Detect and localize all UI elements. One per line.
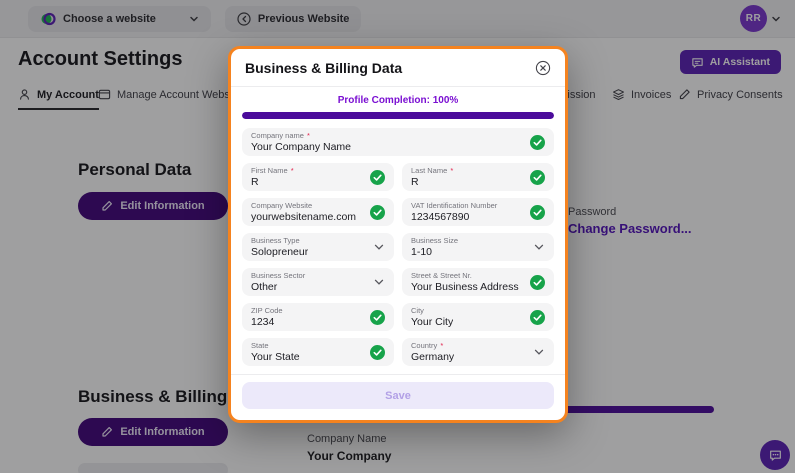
field-texts: Street & Street Nr.Your Business Address: [411, 271, 519, 293]
form-fields: Company name *Your Company Name First Nam…: [242, 128, 554, 366]
field-texts: Company Websiteyourwebsitename.com: [251, 201, 356, 223]
field-texts: ZIP Code1234: [251, 306, 283, 328]
field-label: Company Website: [251, 201, 356, 210]
field-last-name[interactable]: Last Name *R: [402, 163, 554, 191]
field-texts: Business Size1-10: [411, 236, 458, 258]
field-texts: Country *Germany: [411, 341, 454, 363]
check-circle-icon: [370, 205, 385, 220]
chevron-down-icon: [373, 276, 385, 288]
field-label: Business Sector: [251, 271, 305, 280]
field-texts: First Name *R: [251, 166, 294, 188]
chevron-down-icon: [533, 241, 545, 253]
field-company-name[interactable]: Company name *Your Company Name: [242, 128, 554, 156]
chevron-down-icon: [373, 241, 385, 253]
business-billing-modal: Business & Billing Data Profile Completi…: [228, 46, 568, 423]
field-value: Solopreneur: [251, 246, 308, 258]
field-texts: CityYour City: [411, 306, 453, 328]
required-asterisk: *: [448, 166, 453, 175]
field-value: R: [251, 176, 294, 188]
field-value: yourwebsitename.com: [251, 211, 356, 223]
field-label: Company name *: [251, 131, 351, 140]
field-value: Your Company Name: [251, 141, 351, 153]
field-value: Other: [251, 281, 305, 293]
field-value: Your Business Address: [411, 281, 519, 293]
field-business-type[interactable]: Business TypeSolopreneur: [242, 233, 394, 261]
check-circle-icon: [530, 310, 545, 325]
field-label: State: [251, 341, 300, 350]
check-circle-icon: [370, 345, 385, 360]
field-value: Your State: [251, 351, 300, 363]
modal-footer: Save: [231, 374, 565, 417]
field-label: ZIP Code: [251, 306, 283, 315]
check-circle-icon: [530, 135, 545, 150]
field-state[interactable]: StateYour State: [242, 338, 394, 366]
save-button[interactable]: Save: [242, 382, 554, 409]
field-texts: Business SectorOther: [251, 271, 305, 293]
field-business-size[interactable]: Business Size1-10: [402, 233, 554, 261]
check-circle-icon: [530, 275, 545, 290]
profile-completion-fill: [242, 112, 554, 119]
field-business-sector[interactable]: Business SectorOther: [242, 268, 394, 296]
field-zip-code[interactable]: ZIP Code1234: [242, 303, 394, 331]
field-label: Last Name *: [411, 166, 453, 175]
field-street-street-nr[interactable]: Street & Street Nr.Your Business Address: [402, 268, 554, 296]
field-value: Germany: [411, 351, 454, 363]
field-label: Business Type: [251, 236, 308, 245]
field-company-website[interactable]: Company Websiteyourwebsitename.com: [242, 198, 394, 226]
field-label: Country *: [411, 341, 454, 350]
close-button[interactable]: [535, 60, 551, 76]
field-value: R: [411, 176, 453, 188]
field-city[interactable]: CityYour City: [402, 303, 554, 331]
required-asterisk: *: [289, 166, 294, 175]
chevron-down-icon: [533, 346, 545, 358]
check-circle-icon: [530, 205, 545, 220]
field-first-name[interactable]: First Name *R: [242, 163, 394, 191]
field-texts: Business TypeSolopreneur: [251, 236, 308, 258]
check-circle-icon: [370, 170, 385, 185]
field-country[interactable]: Country *Germany: [402, 338, 554, 366]
field-value: 1234567890: [411, 211, 497, 223]
field-value: 1234: [251, 316, 283, 328]
screen: Choose a website Previous Website RR Acc…: [0, 0, 795, 473]
check-circle-icon: [370, 310, 385, 325]
field-texts: Last Name *R: [411, 166, 453, 188]
profile-completion-label: Profile Completion: 100%: [231, 95, 565, 106]
field-texts: VAT Identification Number1234567890: [411, 201, 497, 223]
close-icon: [535, 60, 551, 76]
required-asterisk: *: [305, 131, 310, 140]
field-value: 1-10: [411, 246, 458, 258]
field-label: Street & Street Nr.: [411, 271, 519, 280]
field-value: Your City: [411, 316, 453, 328]
modal-header: Business & Billing Data: [231, 49, 565, 87]
field-vat-identification-number[interactable]: VAT Identification Number1234567890: [402, 198, 554, 226]
required-asterisk: *: [438, 341, 443, 350]
field-texts: StateYour State: [251, 341, 300, 363]
field-label: VAT Identification Number: [411, 201, 497, 210]
modal-title: Business & Billing Data: [245, 60, 402, 76]
field-label: Business Size: [411, 236, 458, 245]
field-texts: Company name *Your Company Name: [251, 131, 351, 153]
field-label: First Name *: [251, 166, 294, 175]
profile-completion-bar: [242, 112, 554, 119]
field-label: City: [411, 306, 453, 315]
check-circle-icon: [530, 170, 545, 185]
